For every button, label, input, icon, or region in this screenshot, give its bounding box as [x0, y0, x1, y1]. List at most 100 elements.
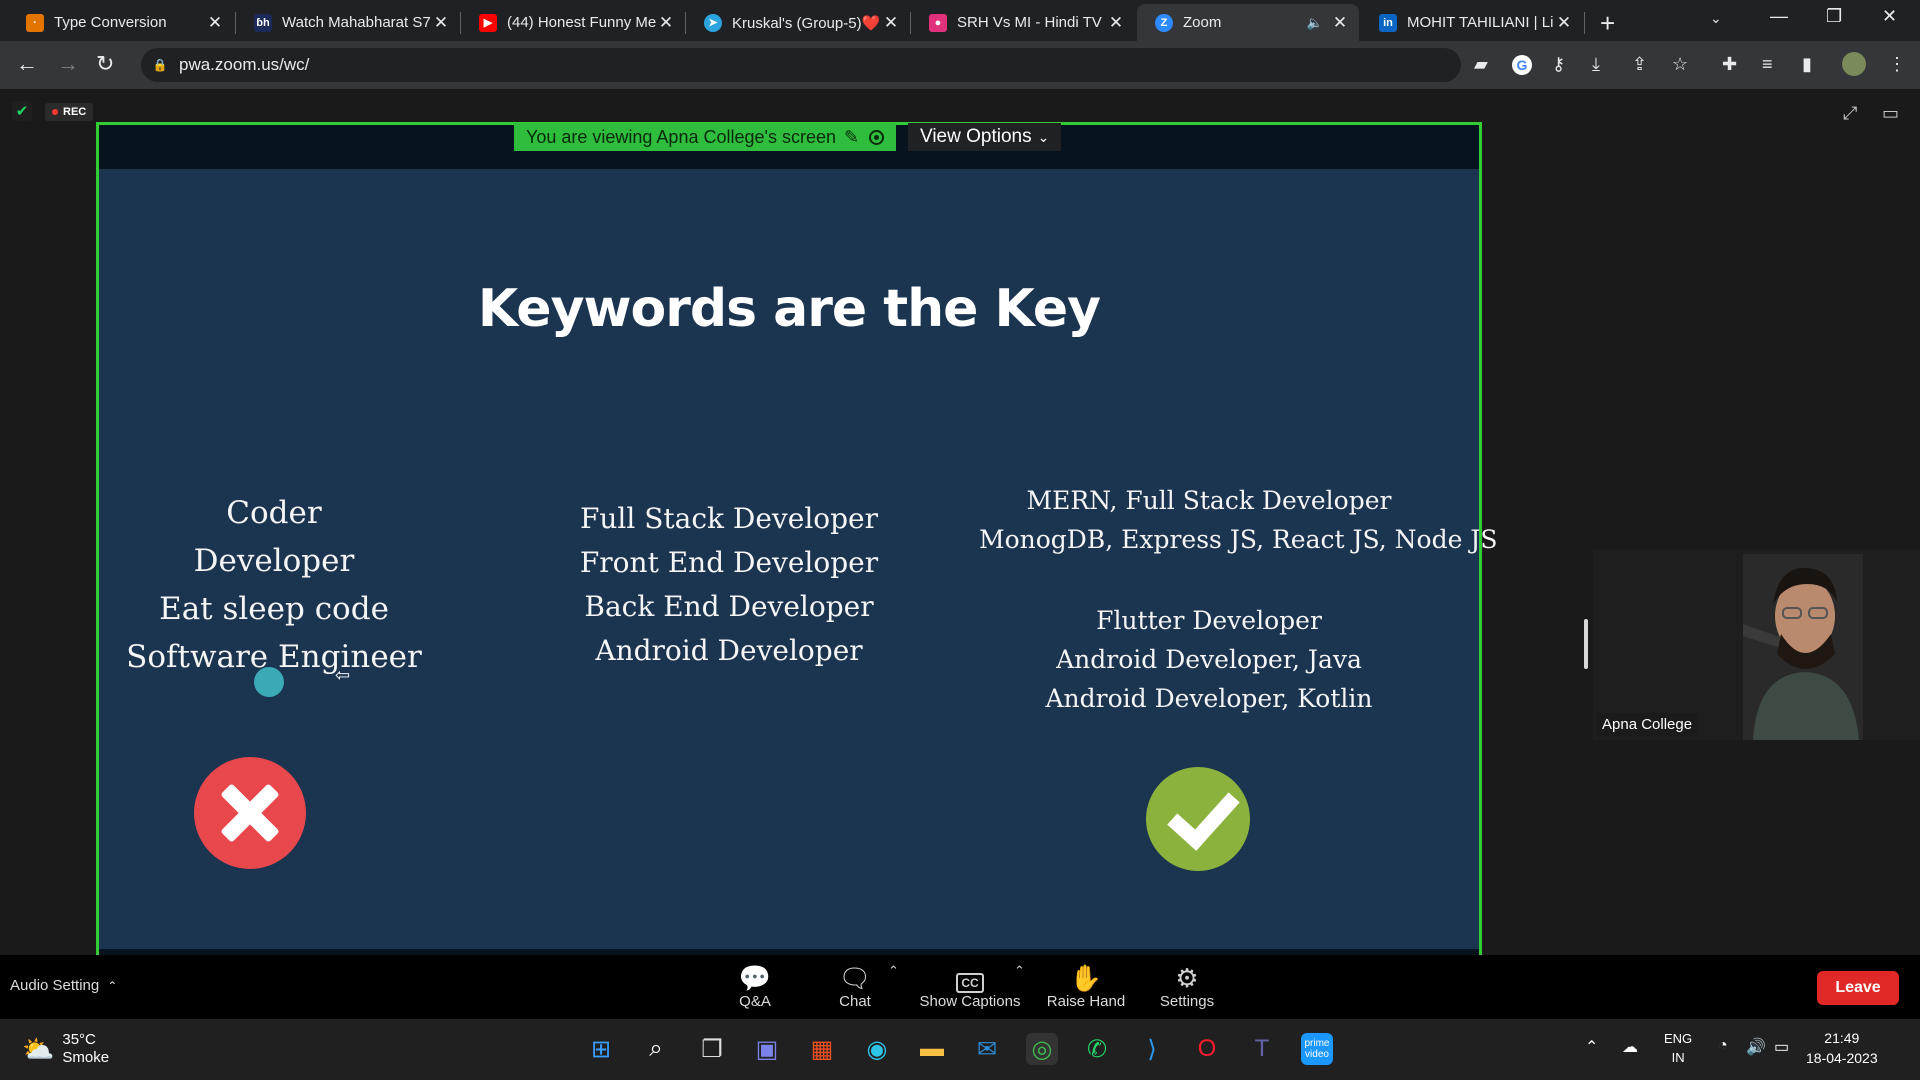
tray-overflow-icon[interactable]: ⌃ — [1585, 1037, 1598, 1057]
tab-mahabharat[interactable]: ɓh Watch Mahabharat S7 ✕ — [236, 4, 460, 41]
keyword-item: Android Developer — [595, 634, 863, 667]
address-bar[interactable]: 🔒 pwa.zoom.us/wc/ — [141, 48, 1461, 82]
slide-title: Keywords are the Key — [477, 279, 1101, 339]
tab-youtube[interactable]: ▶ (44) Honest Funny Me ✕ — [461, 4, 685, 41]
prime-video-icon[interactable]: prime video — [1301, 1033, 1333, 1065]
show-captions-button[interactable]: CC Show Captions ⌃ — [918, 963, 1025, 1010]
windows-start-icon[interactable]: ⊞ — [585, 1033, 617, 1065]
google-icon[interactable]: G — [1512, 55, 1532, 75]
language-indicator[interactable]: ENG IN — [1664, 1029, 1692, 1067]
file-explorer-icon[interactable]: ▬ — [916, 1033, 948, 1065]
forward-button[interactable]: → — [57, 51, 79, 77]
weather-icon: ⛅ — [22, 1033, 55, 1064]
fullscreen-icon[interactable]: ⤢ — [1843, 103, 1857, 124]
participant-video-tile[interactable]: Apna College — [1593, 549, 1920, 740]
tab-telegram[interactable]: ➤ Kruskal's (Group-5)❤️ ✕ — [686, 4, 910, 41]
close-icon[interactable]: ✕ — [657, 13, 675, 33]
profile-avatar[interactable] — [1842, 52, 1866, 76]
speaker-icon[interactable]: 🔈 — [1307, 15, 1323, 31]
minimize-button[interactable]: — — [1770, 6, 1788, 27]
tab-linkedin[interactable]: in MOHIT TAHILIANI | Li ✕ — [1361, 4, 1583, 41]
view-layout-icon[interactable]: ▭ — [1882, 103, 1899, 124]
back-button[interactable]: ← — [16, 51, 38, 77]
live-icon: ● — [929, 13, 947, 32]
lock-icon[interactable]: 🔒 — [153, 58, 168, 72]
opera-icon[interactable]: O — [1191, 1033, 1223, 1065]
battery-icon[interactable]: ▭ — [1774, 1037, 1789, 1057]
keyword-item: Flutter Developer — [1096, 606, 1322, 635]
close-icon[interactable]: ✕ — [1107, 13, 1125, 33]
onedrive-icon[interactable]: ☁ — [1622, 1037, 1638, 1057]
annotate-pen-icon[interactable]: ✎ — [844, 127, 859, 148]
captions-label: Show Captions — [919, 993, 1021, 1010]
tab-search-chevron-icon[interactable]: ⌄ — [1710, 10, 1722, 27]
system-clock[interactable]: 21:49 18-04-2023 — [1806, 1028, 1878, 1068]
camera-icon[interactable]: ▰ — [1474, 54, 1488, 75]
vscode-icon[interactable]: ⟩ — [1136, 1033, 1168, 1065]
weather-widget[interactable]: ⛅ 35°C Smoke — [22, 1031, 109, 1067]
close-icon[interactable]: ✕ — [206, 13, 224, 33]
new-tab-button[interactable]: + — [1600, 8, 1615, 39]
zoom-icon: Z — [1155, 13, 1173, 32]
task-view-icon[interactable]: ❐ — [696, 1033, 728, 1065]
extensions-icon[interactable]: ✚ — [1722, 54, 1737, 75]
captions-caret-icon[interactable]: ⌃ — [1014, 963, 1025, 979]
edge-icon[interactable]: ◉ — [861, 1033, 893, 1065]
shield-icon[interactable]: ✔ — [12, 101, 32, 121]
tab-type-conversion[interactable]: · Type Conversion ✕ — [8, 4, 234, 41]
viewing-banner: You are viewing Apna College's screen ✎ — [514, 123, 897, 151]
language-code: ENG — [1664, 1031, 1693, 1046]
audio-setting-button[interactable]: Audio Setting ⌃ — [10, 977, 117, 994]
qa-button[interactable]: 💬 Q&A — [730, 963, 780, 1010]
teams-chat-icon[interactable]: ▣ — [751, 1033, 783, 1065]
settings-label: Settings — [1159, 993, 1215, 1010]
tab-zoom[interactable]: Z Zoom 🔈 ✕ — [1137, 4, 1359, 41]
key-icon[interactable]: ⚷ — [1552, 54, 1565, 75]
close-icon[interactable]: ✕ — [1331, 13, 1349, 33]
generic-roles-list: Full Stack Developer Front End Developer… — [549, 497, 909, 673]
reload-button[interactable]: ↻ — [96, 51, 114, 77]
close-icon[interactable]: ✕ — [432, 13, 450, 33]
mouse-pointer-icon: ⇦ — [335, 665, 351, 685]
meeting-controls-bar: Audio Setting ⌃ 💬 Q&A 🗨 Chat ⌃ CC Show C… — [0, 955, 1920, 1019]
temperature: 35°C — [62, 1031, 96, 1048]
install-icon[interactable]: ⤓ — [1592, 54, 1600, 75]
share-icon[interactable]: ⇪ — [1632, 54, 1647, 75]
close-icon[interactable]: ✕ — [1555, 13, 1573, 33]
telegram-icon: ➤ — [704, 13, 722, 32]
raise-hand-button[interactable]: ✋ Raise Hand — [1046, 963, 1126, 1010]
chat-button[interactable]: 🗨 Chat ⌃ — [830, 963, 898, 1010]
volume-icon[interactable]: 🔊 — [1746, 1037, 1766, 1057]
linkedin-icon: in — [1379, 13, 1397, 32]
raise-hand-label: Raise Hand — [1046, 993, 1126, 1010]
store-icon[interactable]: ▦ — [806, 1033, 838, 1065]
keyword-item: Eat sleep code — [159, 591, 389, 627]
qa-icon: 💬 — [738, 963, 772, 993]
media-control-icon[interactable]: ≡ — [1762, 54, 1773, 75]
close-icon[interactable]: ✕ — [882, 13, 900, 33]
leave-button[interactable]: Leave — [1817, 971, 1899, 1005]
bookmark-star-icon[interactable]: ☆ — [1672, 54, 1688, 75]
tab-srh-vs-mi[interactable]: ● SRH Vs MI - Hindi TV ✕ — [911, 4, 1135, 41]
tab-title: MOHIT TAHILIANI | Li — [1407, 14, 1554, 31]
recording-indicator: REC — [45, 103, 94, 121]
search-icon[interactable]: ⌕ — [640, 1033, 672, 1065]
tab-title: SRH Vs MI - Hindi TV — [957, 14, 1102, 31]
restore-button[interactable]: ❐ — [1826, 6, 1842, 27]
settings-button[interactable]: ⚙ Settings — [1156, 963, 1218, 1010]
chrome-icon[interactable]: ◎ — [1026, 1033, 1058, 1065]
cc-icon: CC — [918, 963, 1022, 993]
wifi-icon[interactable]: ◔ — [1718, 1037, 1728, 1055]
whatsapp-icon[interactable]: ✆ — [1081, 1033, 1113, 1065]
zoom-meeting-area: ✔ REC ⤢ ▭ Keywords are the Key Coder Dev… — [0, 89, 1920, 1019]
teams-icon[interactable]: T — [1246, 1033, 1278, 1065]
chat-caret-icon[interactable]: ⌃ — [888, 963, 899, 979]
youtube-icon: ▶ — [479, 13, 497, 32]
side-panel-icon[interactable]: ▮ — [1802, 54, 1812, 75]
menu-kebab-icon[interactable]: ⋮ — [1888, 54, 1906, 75]
tab-title: Watch Mahabharat S7 — [282, 14, 431, 31]
close-window-button[interactable]: ✕ — [1882, 6, 1897, 27]
gallery-scroll-handle[interactable] — [1584, 619, 1588, 669]
view-options-button[interactable]: View Options ⌄ — [908, 123, 1062, 151]
mail-icon[interactable]: ✉ — [971, 1033, 1003, 1065]
